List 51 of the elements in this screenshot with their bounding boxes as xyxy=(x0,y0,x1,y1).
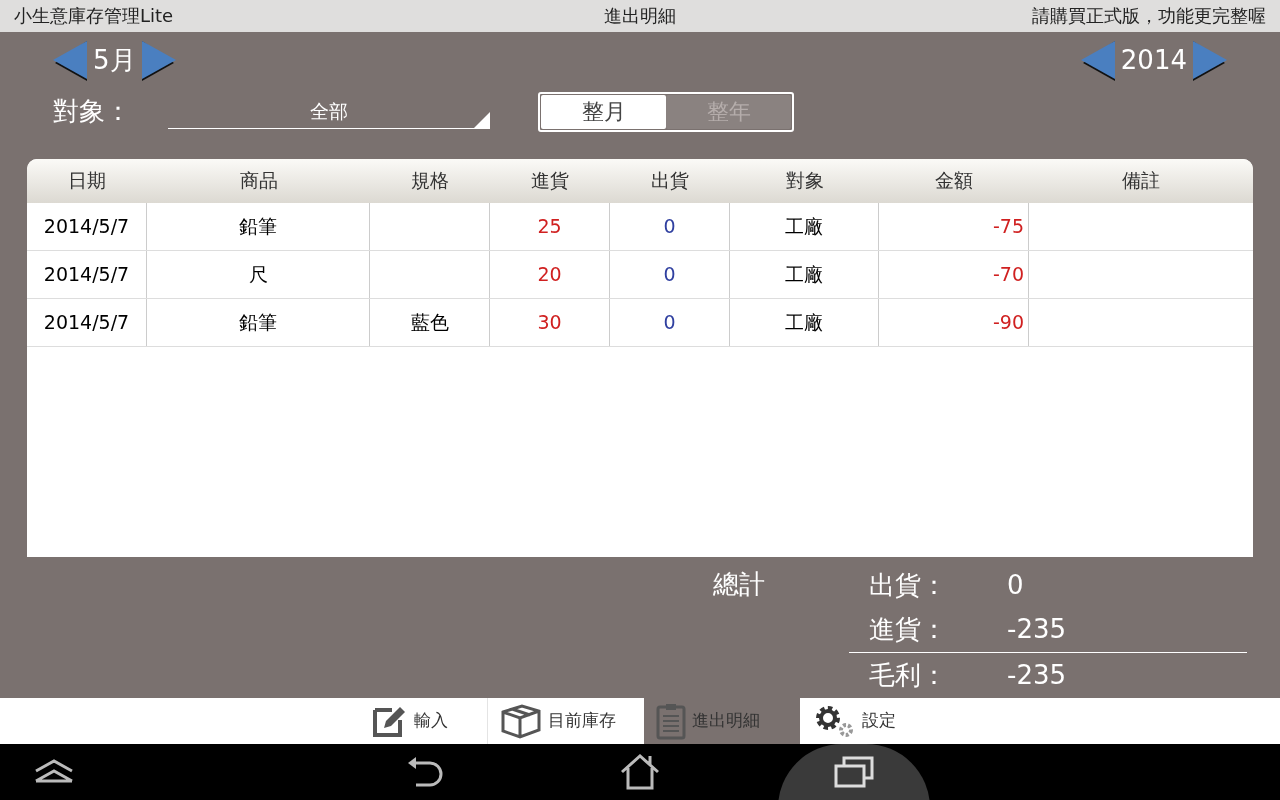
total-label: 總計 xyxy=(713,567,766,601)
previous-year-arrow[interactable] xyxy=(1080,40,1117,81)
column-header: 規格 xyxy=(410,168,450,194)
summary-value: -235 xyxy=(1007,613,1066,647)
table-cell: 2014/5/7 xyxy=(27,250,147,298)
summary-label: 進貨： xyxy=(869,613,948,647)
screen-title: 進出明細 xyxy=(604,4,676,29)
home-icon[interactable] xyxy=(620,753,660,790)
column-header: 商品 xyxy=(238,168,279,194)
table-cell: 25 xyxy=(490,202,610,250)
previous-month-arrow[interactable] xyxy=(53,40,89,81)
clipboard-icon xyxy=(656,701,686,740)
next-month-arrow[interactable] xyxy=(139,40,176,81)
column-header: 日期 xyxy=(67,168,107,194)
column-header: 金額 xyxy=(934,168,974,194)
table-cell: -90 xyxy=(879,298,1029,346)
table-cell: 0 xyxy=(610,202,730,250)
summary-label: 出貨： xyxy=(869,568,948,602)
table-cell: 鉛筆 xyxy=(147,298,370,346)
menu-chevron-icon[interactable] xyxy=(34,758,74,785)
notice-text: 請購買正式版，功能更完整喔 xyxy=(1031,4,1266,29)
table-cell: 尺 xyxy=(147,250,370,298)
table-cell: 20 xyxy=(490,250,610,298)
column-header: 對象 xyxy=(784,168,825,194)
table-cell: 藍色 xyxy=(370,298,490,346)
app-name: 小生意庫存管理Lite xyxy=(14,4,175,29)
table-cell: 30 xyxy=(490,298,610,346)
table-cell: -75 xyxy=(879,202,1029,250)
summary-value: 0 xyxy=(1007,568,1024,602)
table-cell: 工廠 xyxy=(730,298,879,346)
next-year-arrow[interactable] xyxy=(1191,40,1227,81)
table-cell: 0 xyxy=(610,250,730,298)
filter-label: 對象： xyxy=(53,95,132,129)
dropdown-corner-icon xyxy=(474,111,490,128)
period-tab[interactable]: 整月 xyxy=(541,94,666,129)
filter-dropdown[interactable]: 全部 xyxy=(168,94,490,129)
table-cell: 工廠 xyxy=(730,202,879,250)
summary-value: -235 xyxy=(1007,658,1066,692)
column-header: 備註 xyxy=(1121,168,1161,194)
year-label: 2014 xyxy=(1120,44,1187,78)
month-label: 5月 xyxy=(93,44,136,78)
table-cell: 工廠 xyxy=(730,250,879,298)
table-cell: 0 xyxy=(610,298,730,346)
table-cell: 2014/5/7 xyxy=(27,298,147,346)
summary-label: 毛利： xyxy=(869,658,948,692)
table-cell: 鉛筆 xyxy=(147,202,370,250)
column-header: 出貨 xyxy=(650,168,690,194)
table-cell: -70 xyxy=(879,250,1029,298)
column-header: 進貨 xyxy=(530,168,570,194)
recent-apps-icon[interactable] xyxy=(834,755,874,788)
table-cell: 2014/5/7 xyxy=(27,202,147,250)
